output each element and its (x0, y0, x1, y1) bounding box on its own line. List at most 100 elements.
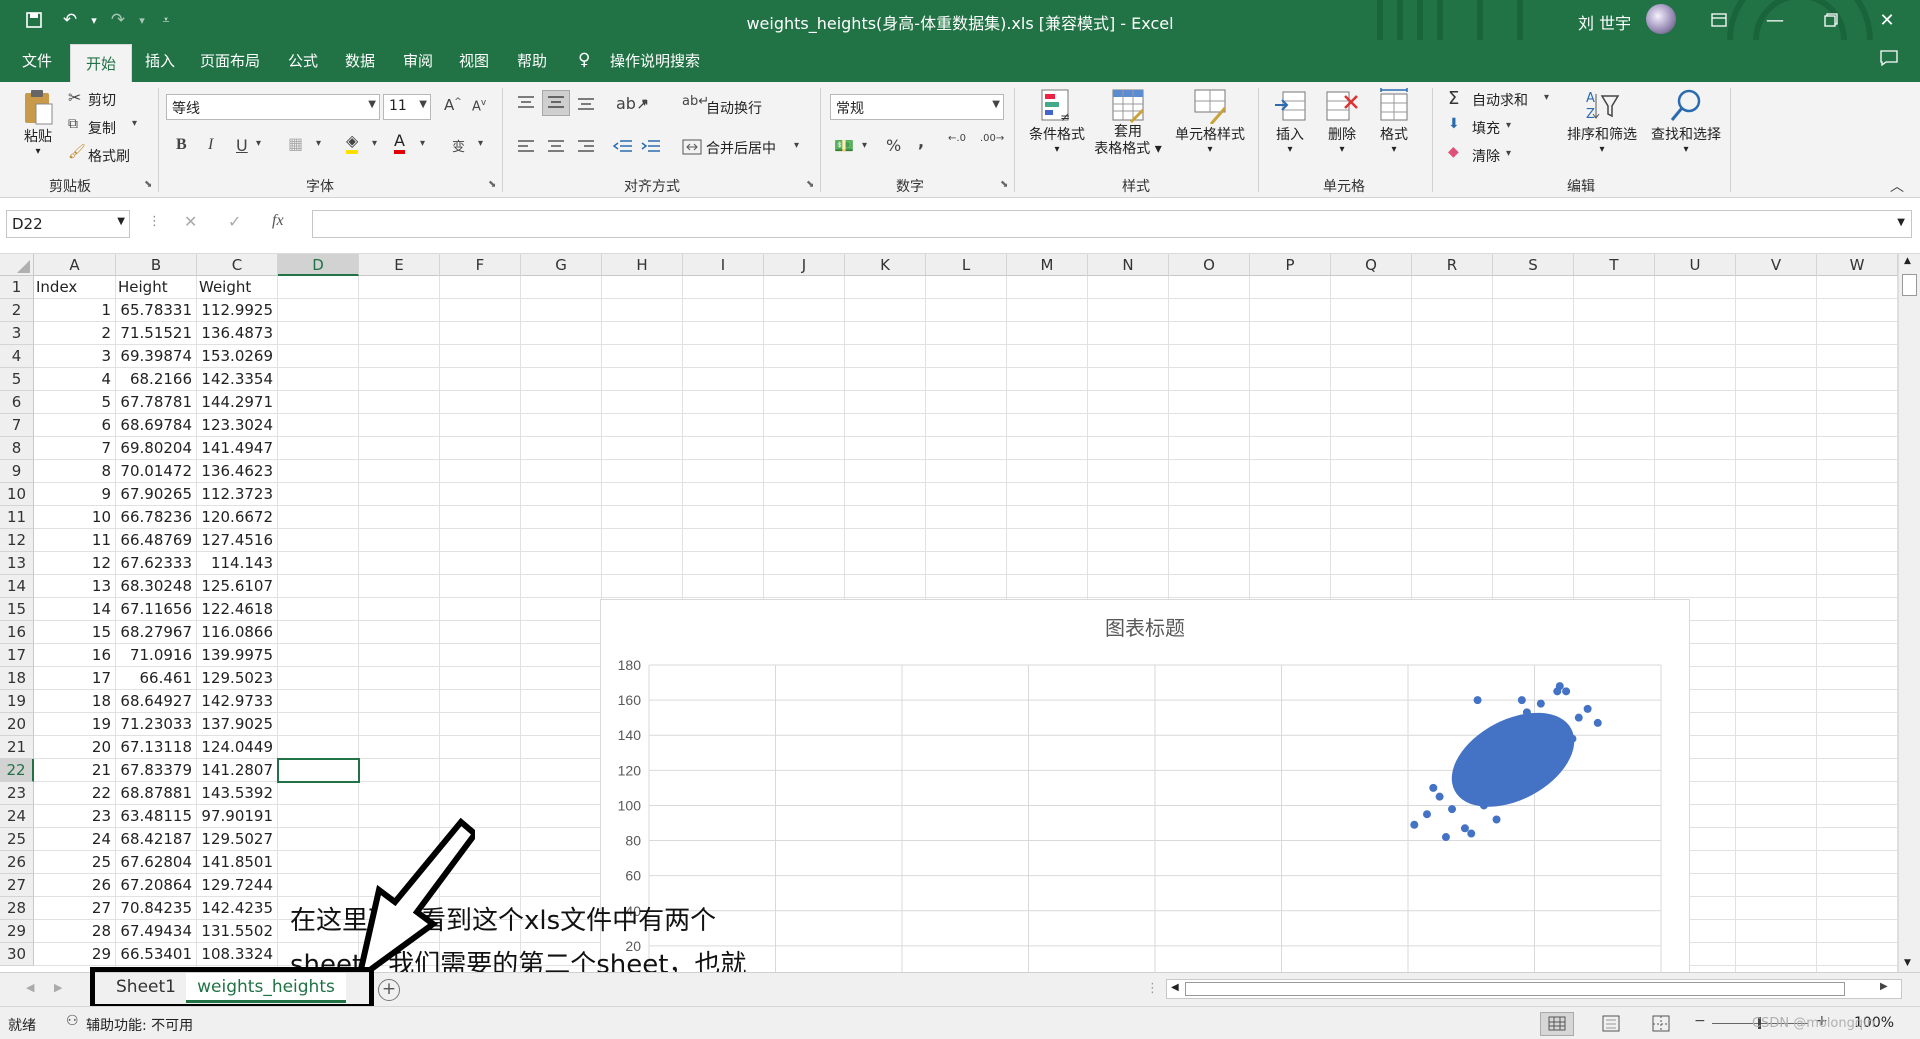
cell[interactable]: 18 (36, 690, 114, 713)
row-header[interactable]: 29 (0, 920, 34, 943)
cell[interactable]: 129.5023 (199, 667, 276, 690)
row-header[interactable]: 5 (0, 368, 34, 391)
copy-button[interactable]: 复制 (88, 118, 116, 138)
row-header[interactable]: 24 (0, 805, 34, 828)
row-header[interactable]: 17 (0, 644, 34, 667)
column-header-V[interactable]: V (1736, 254, 1817, 276)
normal-view-button[interactable] (1540, 1012, 1574, 1036)
page-layout-view-icon[interactable] (1600, 1015, 1622, 1033)
row-header[interactable]: 10 (0, 483, 34, 506)
shrink-font-icon[interactable]: Av (472, 98, 486, 114)
row-header[interactable]: 8 (0, 437, 34, 460)
align-left-icon[interactable] (516, 138, 536, 156)
merge-dropdown-icon[interactable]: ▾ (794, 140, 799, 151)
fill-button[interactable]: 填充 (1472, 118, 1500, 138)
accessibility-status[interactable]: 辅助功能: 不可用 (86, 1015, 193, 1035)
formula-input[interactable]: ▼ (312, 210, 1912, 238)
sort-filter-button[interactable]: AZ 排序和筛选 ▾ (1560, 88, 1644, 155)
cell[interactable]: 66.78236 (118, 506, 195, 529)
column-header-C[interactable]: C (197, 254, 278, 276)
row-header[interactable]: 26 (0, 851, 34, 874)
cell[interactable]: 69.39874 (118, 345, 195, 368)
cell[interactable]: 141.2807 (199, 759, 276, 782)
cell[interactable]: 17 (36, 667, 114, 690)
paste-dropdown-icon[interactable]: ▾ (35, 146, 40, 157)
column-header-A[interactable]: A (34, 254, 116, 276)
user-name[interactable]: 刘 世宇 (1578, 10, 1631, 34)
fill-dropdown-icon[interactable]: ▾ (1506, 120, 1511, 131)
row-header[interactable]: 16 (0, 621, 34, 644)
column-header-B[interactable]: B (116, 254, 197, 276)
expand-formula-icon[interactable]: ▼ (1897, 217, 1905, 228)
autosum-button[interactable]: 自动求和 (1472, 90, 1528, 110)
borders-icon[interactable]: ▦ (288, 134, 303, 153)
cell[interactable]: 124.0449 (199, 736, 276, 759)
borders-dropdown-icon[interactable]: ▾ (316, 138, 321, 149)
cell[interactable]: 122.4618 (199, 598, 276, 621)
format-painter-button[interactable]: 格式刷 (88, 146, 130, 166)
cell[interactable]: 8 (36, 460, 114, 483)
cell[interactable]: 67.62333 (118, 552, 195, 575)
cell[interactable]: 137.9025 (199, 713, 276, 736)
cell[interactable]: 63.48115 (118, 805, 195, 828)
cell[interactable]: 67.20864 (118, 874, 195, 897)
cell[interactable]: 67.13118 (118, 736, 195, 759)
underline-button[interactable]: U (236, 136, 248, 155)
cell-styles-button[interactable]: 单元格样式 ▾ (1168, 88, 1252, 155)
conditional-formatting-button[interactable]: ≠ 条件格式 ▾ (1024, 88, 1090, 155)
cell[interactable]: 69.80204 (118, 437, 195, 460)
cell[interactable]: 21 (36, 759, 114, 782)
cell[interactable]: 68.30248 (118, 575, 195, 598)
row-header[interactable]: 15 (0, 598, 34, 621)
cell[interactable]: 66.53401 (118, 943, 195, 966)
cell[interactable]: 125.6107 (199, 575, 276, 598)
decrease-decimal-icon[interactable]: .00→ (980, 134, 1004, 144)
row-header[interactable]: 14 (0, 575, 34, 598)
cell[interactable]: 66.461 (118, 667, 195, 690)
column-header-L[interactable]: L (926, 254, 1007, 276)
cell[interactable]: 142.3354 (199, 368, 276, 391)
cell[interactable]: 3 (36, 345, 114, 368)
row-header[interactable]: 13 (0, 552, 34, 575)
clear-button[interactable]: 清除 (1472, 146, 1500, 166)
column-header-R[interactable]: R (1412, 254, 1493, 276)
cell[interactable]: 2 (36, 322, 114, 345)
column-header-P[interactable]: P (1250, 254, 1331, 276)
accessibility-icon[interactable]: ⚇ (66, 1013, 79, 1029)
align-middle-button[interactable] (542, 90, 570, 116)
cell[interactable]: 67.49434 (118, 920, 195, 943)
cell[interactable]: 23 (36, 805, 114, 828)
cell[interactable]: 6 (36, 414, 114, 437)
cell[interactable]: 70.84235 (118, 897, 195, 920)
tab-view[interactable]: 视图 (459, 50, 489, 71)
cell[interactable]: 12 (36, 552, 114, 575)
column-header-W[interactable]: W (1817, 254, 1898, 276)
column-header-D[interactable]: D (278, 254, 359, 276)
cell[interactable]: 142.4235 (199, 897, 276, 920)
cell[interactable]: 4 (36, 368, 114, 391)
font-name-select[interactable]: 等线 ▼ (166, 94, 380, 120)
comma-style-button[interactable]: , (918, 132, 924, 151)
horizontal-scroll-thumb[interactable] (1185, 982, 1845, 996)
cell[interactable]: 24 (36, 828, 114, 851)
cell[interactable]: 67.62804 (118, 851, 195, 874)
cell[interactable]: 114.143 (199, 552, 276, 575)
column-header-T[interactable]: T (1574, 254, 1655, 276)
row-header[interactable]: 9 (0, 460, 34, 483)
font-size-select[interactable]: 11 ▼ (383, 94, 431, 120)
cell[interactable]: 71.0916 (118, 644, 195, 667)
cell[interactable]: 112.3723 (199, 483, 276, 506)
row-header[interactable]: 20 (0, 713, 34, 736)
row-header[interactable]: 6 (0, 391, 34, 414)
worksheet-grid[interactable]: ABCDEFGHIJKLMNOPQRSTUVW 1 2 3 4 5 6 7 8 9 10 11 12 1… (0, 254, 1898, 972)
tab-data[interactable]: 数据 (345, 50, 375, 71)
minimize-icon[interactable]: — (1752, 0, 1798, 40)
column-header-E[interactable]: E (359, 254, 440, 276)
cell[interactable]: 25 (36, 851, 114, 874)
cell[interactable]: 142.9733 (199, 690, 276, 713)
cell[interactable]: 71.51521 (118, 322, 195, 345)
cell[interactable]: 136.4873 (199, 322, 276, 345)
format-as-table-button[interactable]: 套用 表格格式 ▾ (1092, 88, 1164, 157)
font-color-icon[interactable]: A (394, 132, 405, 154)
find-select-button[interactable]: 查找和选择 ▾ (1644, 88, 1728, 155)
